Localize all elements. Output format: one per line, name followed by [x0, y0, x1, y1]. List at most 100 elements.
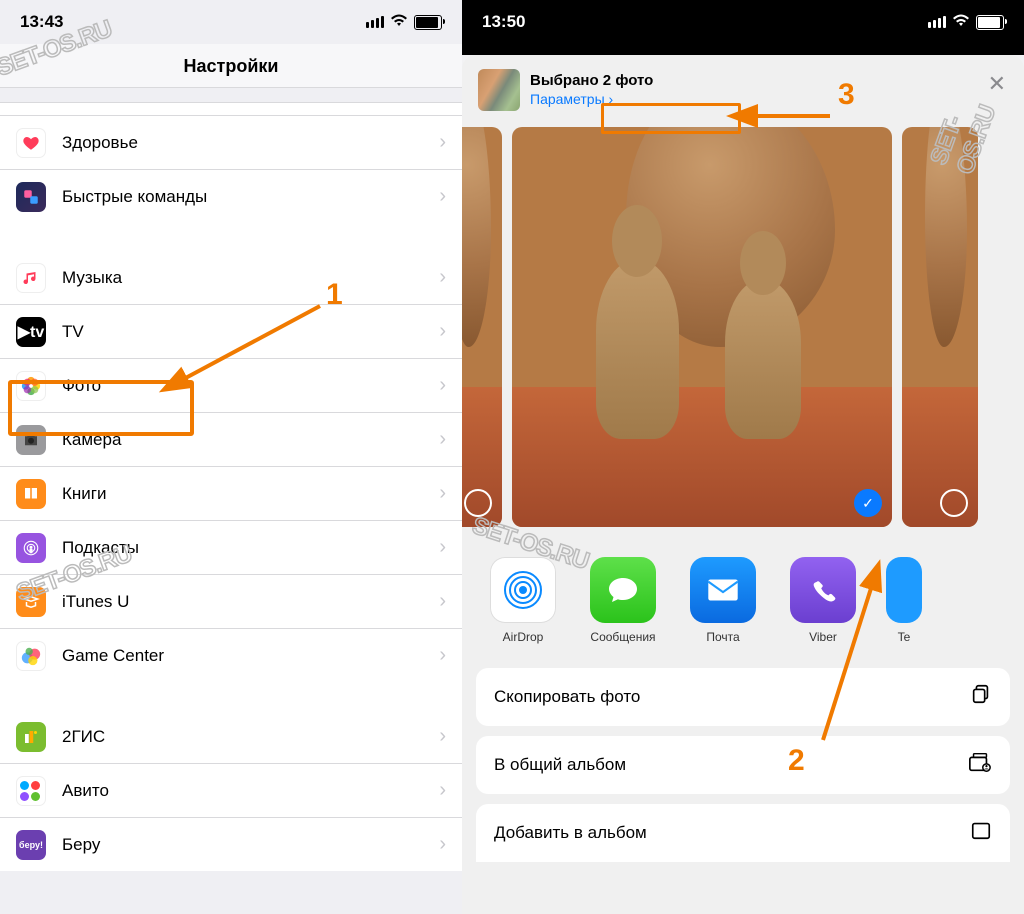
app-label: AirDrop: [503, 630, 544, 644]
action-copy[interactable]: Скопировать фото: [476, 668, 1010, 726]
row-music[interactable]: Музыка ›: [0, 251, 462, 305]
share-messages[interactable]: Сообщения: [584, 557, 662, 644]
row-truncated[interactable]: [0, 102, 462, 116]
chevron-icon: ›: [439, 725, 446, 748]
row-label: Беру: [62, 835, 439, 855]
share-apps: AirDrop Сообщения Почта: [462, 533, 1024, 654]
health-icon: [16, 128, 46, 158]
share-extra[interactable]: Te: [884, 557, 924, 644]
row-podcasts[interactable]: Подкасты ›: [0, 521, 462, 575]
2gis-icon: [16, 722, 46, 752]
row-photos[interactable]: Фото ›: [0, 359, 462, 413]
share-mail[interactable]: Почта: [684, 557, 762, 644]
cellular-icon: [366, 16, 384, 28]
status-bar: 13:50: [462, 0, 1024, 44]
cellular-icon: [928, 16, 946, 28]
podcasts-icon: [16, 533, 46, 563]
battery-icon: [414, 15, 442, 30]
wifi-icon: [390, 13, 408, 31]
row-label: Game Center: [62, 646, 439, 666]
photo-thumb[interactable]: [462, 127, 502, 527]
chevron-icon: ›: [439, 833, 446, 856]
clock: 13:43: [20, 12, 63, 32]
add-album-icon: [970, 819, 992, 847]
action-label: Скопировать фото: [494, 687, 640, 707]
chevron-icon: ›: [439, 374, 446, 397]
row-label: Быстрые команды: [62, 187, 439, 207]
extra-icon: [886, 557, 922, 623]
chevron-icon: ›: [439, 131, 446, 154]
row-shortcuts[interactable]: Быстрые команды ›: [0, 170, 462, 223]
row-label: iTunes U: [62, 592, 439, 612]
tv-icon: ▶tv: [16, 317, 46, 347]
status-icons: [366, 13, 442, 31]
row-2gis[interactable]: 2ГИС ›: [0, 710, 462, 764]
action-add-album[interactable]: Добавить в альбом: [476, 804, 1010, 862]
app-label: Viber: [809, 630, 837, 644]
row-label: Авито: [62, 781, 439, 801]
chevron-icon: ›: [439, 185, 446, 208]
close-icon[interactable]: ✕: [988, 71, 1006, 97]
row-camera[interactable]: Камера ›: [0, 413, 462, 467]
books-icon: [16, 479, 46, 509]
row-label: Музыка: [62, 268, 439, 288]
photos-icon: [16, 371, 46, 401]
row-itunesu[interactable]: iTunes U ›: [0, 575, 462, 629]
action-list: Скопировать фото В общий альбом Добавить…: [462, 654, 1024, 862]
itunesu-icon: [16, 587, 46, 617]
status-icons: [928, 13, 1004, 31]
options-link[interactable]: Параметры ›: [530, 91, 653, 109]
row-gamecenter[interactable]: Game Center ›: [0, 629, 462, 682]
header-thumbnail: [478, 69, 520, 111]
row-books[interactable]: Книги ›: [0, 467, 462, 521]
airdrop-icon: [490, 557, 556, 623]
unchecked-icon: [940, 489, 968, 517]
chevron-icon: ›: [439, 536, 446, 559]
chevron-icon: ›: [439, 428, 446, 451]
shortcuts-icon: [16, 182, 46, 212]
shared-album-icon: [968, 751, 992, 779]
row-label: Фото: [62, 376, 439, 396]
row-avito[interactable]: Авито ›: [0, 764, 462, 818]
app-label: Сообщения: [590, 630, 655, 644]
viber-icon: [790, 557, 856, 623]
row-tv[interactable]: ▶tv TV ›: [0, 305, 462, 359]
share-viber[interactable]: Viber: [784, 557, 862, 644]
chevron-icon: ›: [439, 644, 446, 667]
action-label: Добавить в альбом: [494, 823, 647, 843]
share-sheet-screen: 13:50 Выбрано 2 фото Параметры › ✕: [462, 0, 1024, 914]
beru-icon: беру!: [16, 830, 46, 860]
row-beru[interactable]: беру! Беру ›: [0, 818, 462, 871]
mail-icon: [690, 557, 756, 623]
copy-icon: [970, 683, 992, 711]
chevron-icon: ›: [439, 482, 446, 505]
row-label: TV: [62, 322, 439, 342]
action-shared-album[interactable]: В общий альбом: [476, 736, 1010, 794]
action-label: В общий альбом: [494, 755, 626, 775]
row-label: Книги: [62, 484, 439, 504]
messages-icon: [590, 557, 656, 623]
status-bar: 13:43: [0, 0, 462, 44]
row-label: Здоровье: [62, 133, 439, 153]
row-health[interactable]: Здоровье ›: [0, 116, 462, 170]
camera-icon: [16, 425, 46, 455]
photo-thumb[interactable]: [902, 127, 978, 527]
settings-screen: 13:43 Настройки Здоровье ›: [0, 0, 462, 914]
wifi-icon: [952, 13, 970, 31]
chevron-icon: ›: [439, 266, 446, 289]
row-label: Камера: [62, 430, 439, 450]
music-icon: [16, 263, 46, 293]
share-header: Выбрано 2 фото Параметры › ✕: [462, 55, 1024, 121]
gamecenter-icon: [16, 641, 46, 671]
chevron-icon: ›: [439, 779, 446, 802]
photo-thumb-selected[interactable]: ✓: [512, 127, 892, 527]
photo-selector[interactable]: ✓: [462, 121, 1024, 533]
row-label: Подкасты: [62, 538, 439, 558]
unchecked-icon: [464, 489, 492, 517]
selected-count: Выбрано 2 фото: [530, 72, 653, 91]
share-airdrop[interactable]: AirDrop: [484, 557, 562, 644]
battery-icon: [976, 15, 1004, 30]
row-label: 2ГИС: [62, 727, 439, 747]
app-label: Te: [898, 630, 911, 644]
chevron-icon: ›: [439, 590, 446, 613]
